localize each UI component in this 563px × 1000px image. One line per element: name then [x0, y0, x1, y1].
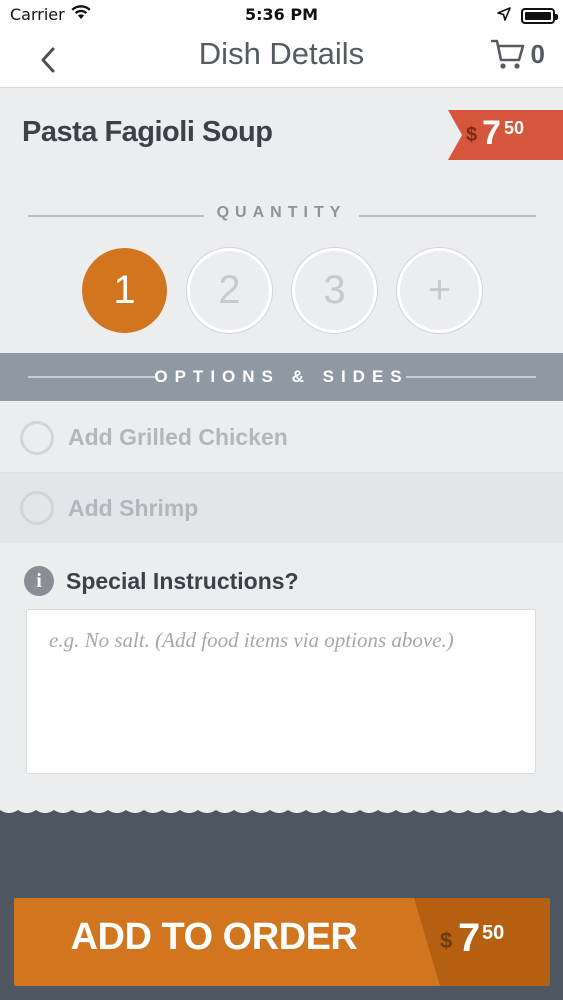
price-cents: 50 [504, 118, 525, 138]
divider [359, 215, 536, 217]
cart-count: 0 [530, 38, 545, 69]
dish-name: Pasta Fagioli Soup [22, 116, 273, 148]
order-price-whole: 7 [458, 916, 481, 960]
special-instructions-header: i Special Instructions? [24, 566, 299, 596]
quantity-option-1[interactable]: 1 [82, 248, 167, 333]
option-label: Add Grilled Chicken [68, 424, 288, 450]
special-instructions-label: Special Instructions? [66, 567, 299, 594]
order-price-cents: 50 [482, 922, 505, 944]
status-right [497, 6, 558, 25]
location-arrow-icon [497, 6, 511, 25]
divider [406, 376, 536, 378]
option-label: Add Shrimp [68, 494, 199, 521]
radio-button[interactable] [20, 491, 54, 525]
cart-button[interactable]: 0 [490, 38, 545, 70]
footer-wave-edge [0, 800, 563, 813]
add-to-order-label: ADD TO ORDER [70, 916, 358, 958]
add-to-order-button[interactable]: ADD TO ORDER $ 7 50 [14, 898, 550, 986]
quantity-option-2[interactable]: 2 [187, 248, 272, 333]
status-bar: Carrier 5:36 PM [0, 0, 563, 30]
options-header: OPTIONS & SIDES [0, 353, 563, 401]
option-add-grilled-chicken[interactable]: Add Grilled Chicken [0, 403, 563, 473]
price-tag: $ 7 50 [448, 110, 563, 160]
option-add-shrimp[interactable]: Add Shrimp [0, 473, 563, 543]
quantity-option-3[interactable]: 3 [292, 248, 377, 333]
battery-icon [521, 7, 558, 24]
quantity-more-button[interactable]: + [397, 248, 482, 333]
order-price-currency: $ [440, 928, 453, 953]
nav-bar: Dish Details 0 [0, 30, 563, 88]
page-title: Dish Details [198, 36, 365, 71]
price-currency: $ [466, 124, 478, 146]
quantity-label: QUANTITY [216, 204, 347, 221]
status-time: 5:36 PM [244, 5, 318, 24]
info-icon: i [24, 566, 54, 596]
cart-icon [490, 39, 524, 69]
quantity-selector: 1 2 3 + [82, 248, 482, 333]
radio-button[interactable] [20, 420, 54, 455]
price-whole: 7 [482, 114, 501, 152]
special-instructions-input[interactable] [26, 609, 536, 774]
